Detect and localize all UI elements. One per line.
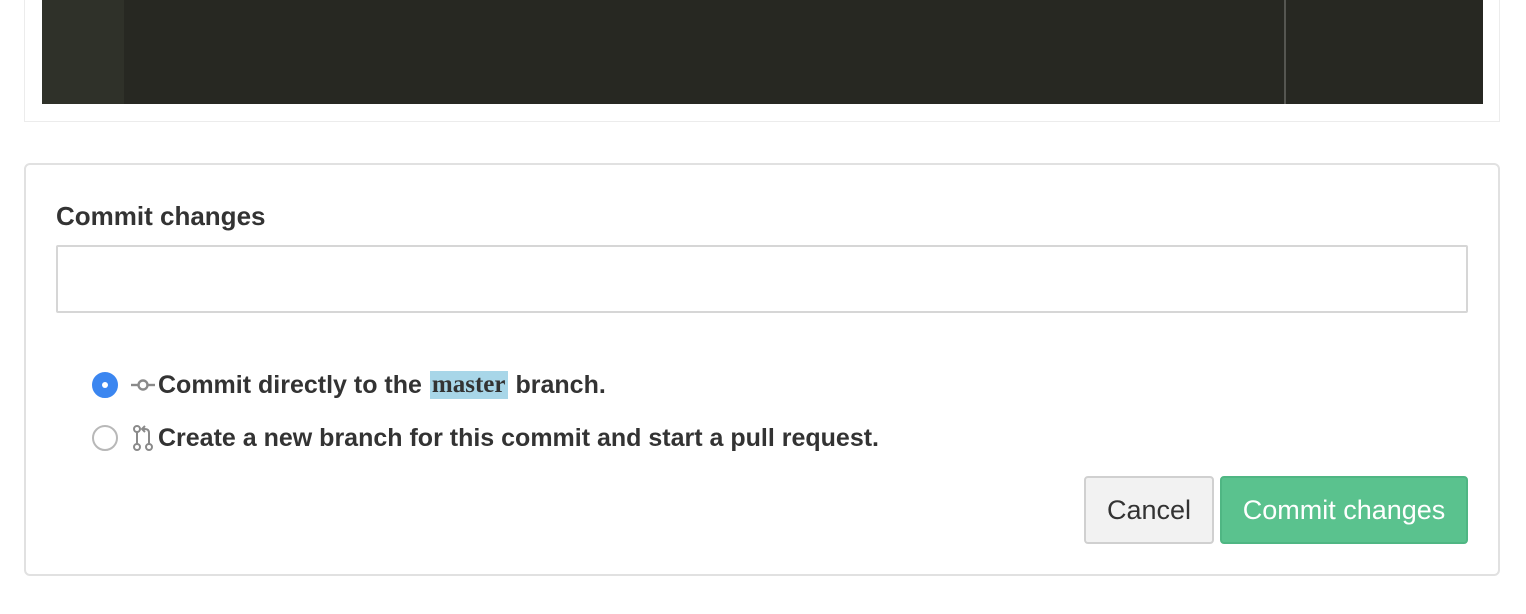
create-branch-label: Create a new branch for this commit and … xyxy=(158,423,879,452)
cancel-button[interactable]: Cancel xyxy=(1084,476,1214,544)
commit-changes-button[interactable]: Commit changes xyxy=(1220,476,1468,544)
commit-message-input[interactable] xyxy=(56,245,1468,313)
editor-gutter xyxy=(42,0,124,104)
git-pull-request-icon xyxy=(130,423,156,453)
create-branch-radio[interactable] xyxy=(92,425,118,451)
code-editor-panel xyxy=(24,0,1500,122)
commit-changes-form: Commit changes Commit directly to the ma… xyxy=(24,163,1500,576)
commit-direct-radio[interactable] xyxy=(92,372,118,398)
git-commit-icon xyxy=(130,370,156,400)
commit-direct-option[interactable]: Commit directly to the master branch. xyxy=(92,368,606,402)
commit-direct-label-suffix: branch. xyxy=(515,370,606,399)
commit-direct-label-prefix: Commit directly to the xyxy=(158,370,422,399)
create-branch-option[interactable]: Create a new branch for this commit and … xyxy=(92,421,879,455)
commit-title: Commit changes xyxy=(56,201,266,231)
branch-name-badge: master xyxy=(429,371,508,399)
editor-print-margin xyxy=(1284,0,1286,104)
code-editor[interactable] xyxy=(42,0,1483,104)
